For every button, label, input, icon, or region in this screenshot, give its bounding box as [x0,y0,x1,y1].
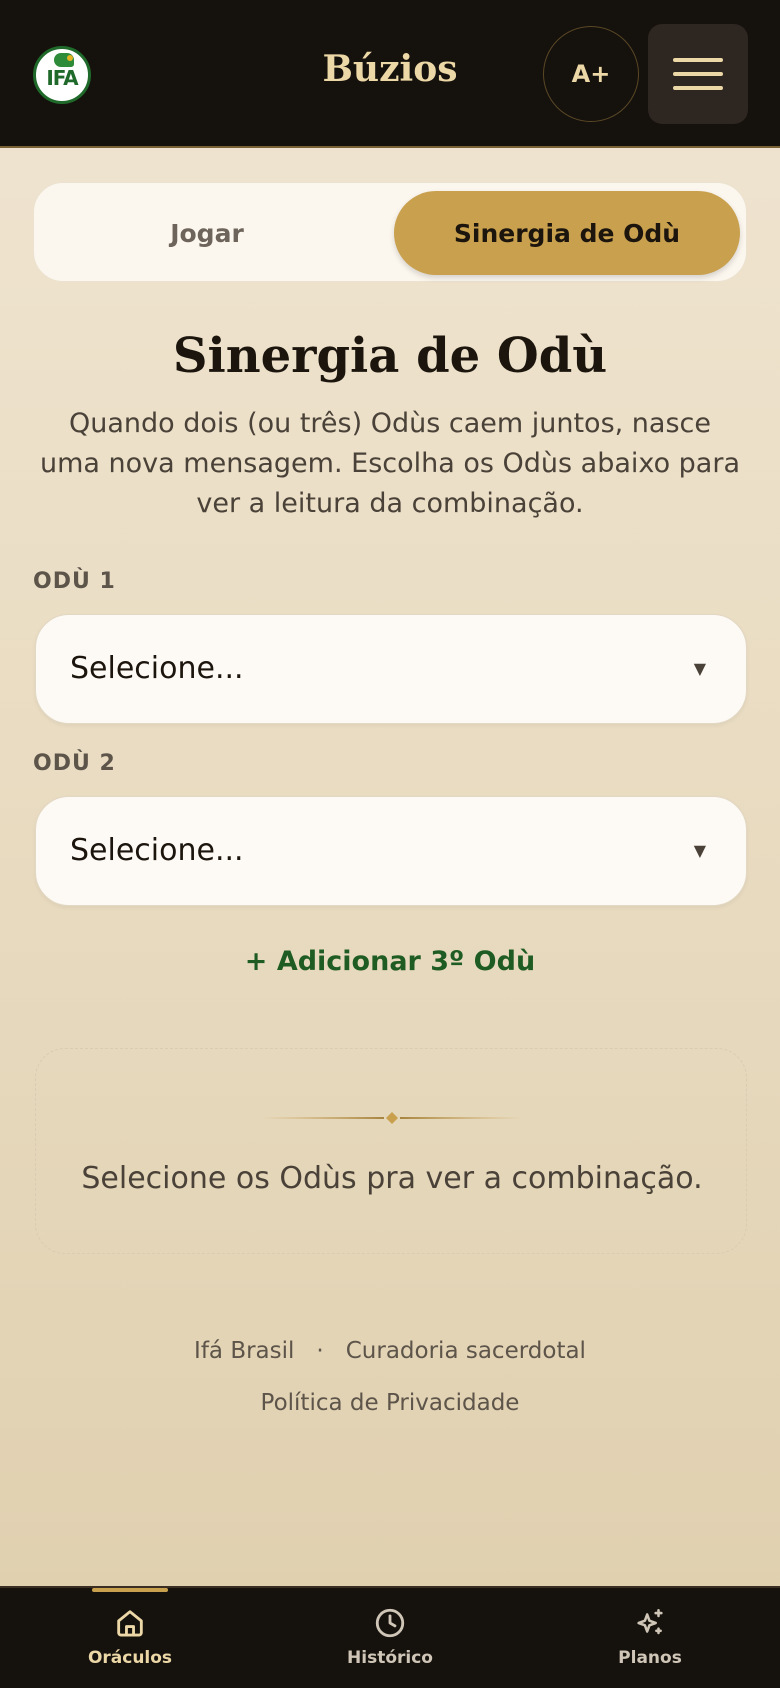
nav-label-historico: Histórico [347,1648,433,1668]
sparkles-icon [637,1608,663,1635]
odu-2-select-value: Selecione... [70,833,244,868]
chevron-down-icon: ▼ [693,659,706,678]
nav-item-historico[interactable]: Histórico [300,1606,480,1686]
result-placeholder-text: Selecione os Odùs pra ver a combinação. [81,1161,703,1196]
home-icon [117,1610,143,1637]
tab-sinergia-de-odu[interactable]: Sinergia de Odù [394,191,740,275]
active-tab-indicator [92,1588,168,1592]
privacy-policy-link[interactable]: Política de Privacidade [0,1390,780,1416]
footer-credits: Ifá Brasil · Curadoria sacerdotal [0,1338,780,1364]
nav-item-planos[interactable]: Planos [560,1606,740,1686]
chevron-down-icon: ▼ [693,841,706,860]
odu-1-select-value: Selecione... [70,651,244,686]
odu-1-label: ODÙ 1 [33,569,116,594]
bottom-navigation: Oráculos Histórico Planos [0,1586,780,1688]
odu-2-label: ODÙ 2 [33,751,116,776]
divider-ornament-icon [261,1112,523,1124]
nav-item-oraculos[interactable]: Oráculos [40,1606,220,1686]
app-header: IFA Búzios A+ [0,0,780,148]
logo-text: IFA [46,66,78,90]
footer-separator: · [316,1338,324,1364]
combination-result-box: Selecione os Odùs pra ver a combinação. [35,1048,747,1254]
app-title: Búzios [322,48,458,90]
tab-jogar[interactable]: Jogar [34,191,380,275]
clock-icon [375,1608,405,1638]
hamburger-menu-icon-line [673,72,723,76]
odu-1-select[interactable]: Selecione... ▼ [35,614,747,724]
odu-2-select[interactable]: Selecione... ▼ [35,796,747,906]
footer-brand: Ifá Brasil [194,1338,295,1364]
menu-button[interactable] [648,24,748,124]
ifa-logo[interactable]: IFA [33,46,91,104]
logo-dot-icon [67,55,73,61]
page-description: Quando dois (ou três) Odùs caem juntos, … [40,408,740,519]
nav-label-oraculos: Oráculos [87,1648,173,1668]
add-third-odu-button[interactable]: + Adicionar 3º Odù [0,946,780,977]
font-size-button[interactable]: A+ [543,26,639,122]
mode-segmented-control: Jogar Sinergia de Odù [33,182,747,282]
page-title: Sinergia de Odù [172,328,608,384]
hamburger-menu-icon-line [673,86,723,90]
nav-label-planos: Planos [618,1648,682,1668]
hamburger-menu-icon [673,58,723,62]
footer-curation: Curadoria sacerdotal [345,1338,586,1364]
